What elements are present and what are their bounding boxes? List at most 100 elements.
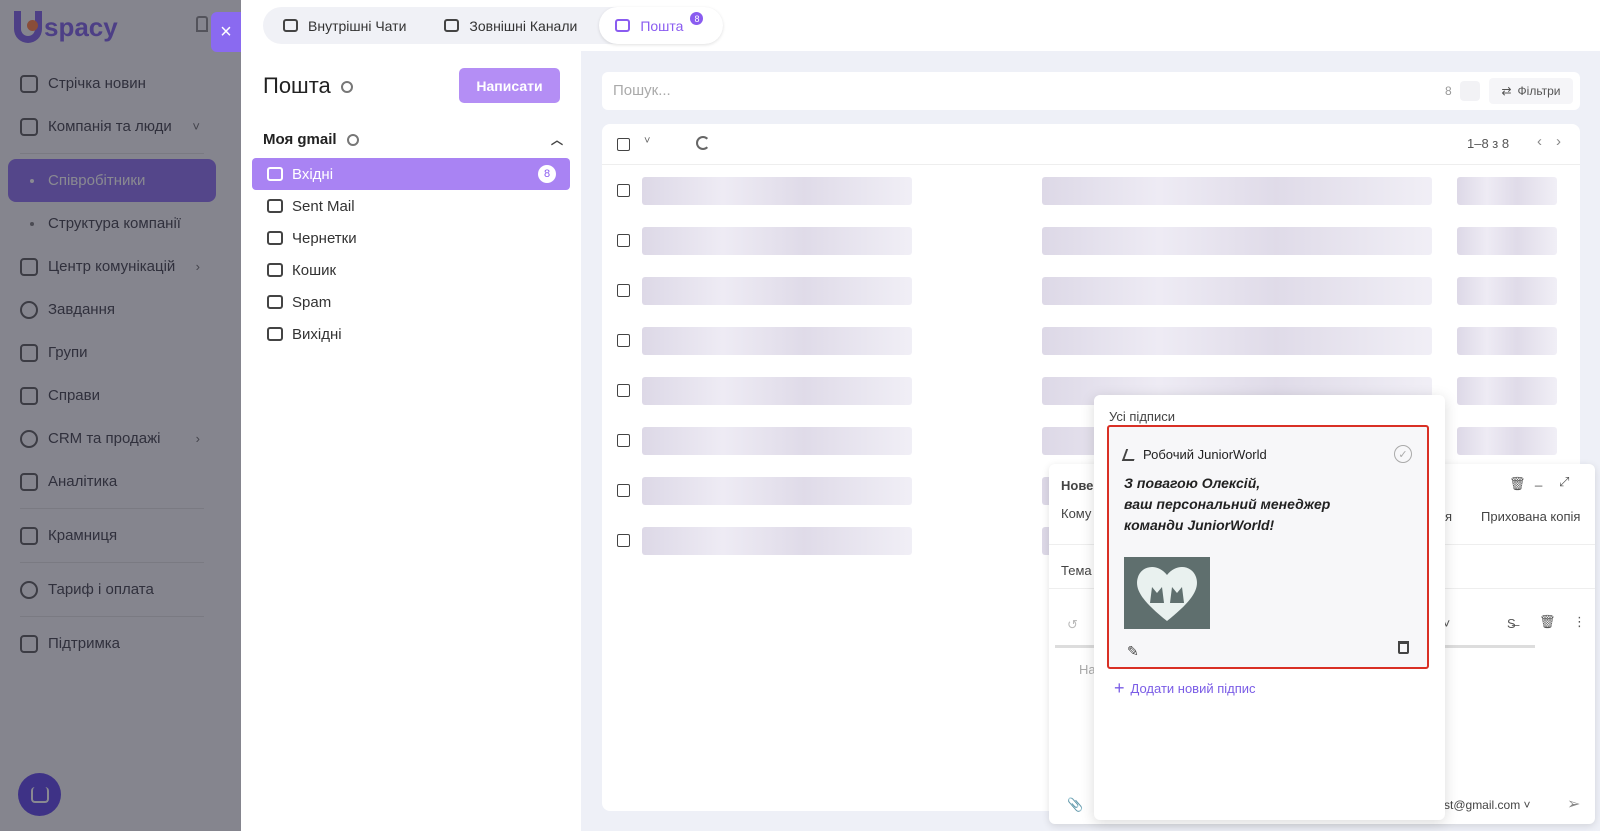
row-checkbox[interactable] [617,184,630,197]
mail-folder-panel: Пошта Написати Моя gmail ︿ Вхідні 8 Sent M… [241,51,581,831]
folder-item[interactable]: Вхідні 8 [252,158,570,190]
signature-name: Робочий JuniorWorld [1121,447,1267,462]
folder-icon [267,199,283,213]
communication-tabs: Внутрішні Чати Зовнішні Канали Пошта 8 [263,7,724,44]
folder-list: Вхідні 8 Sent Mail Чернетки Кошик Spam Вихідні [252,158,570,350]
tab-icon [444,19,460,32]
heart-cats-logo-icon [1137,566,1197,621]
add-signature-button[interactable]: + Додати новий підпис [1114,678,1256,698]
close-sidebar-button[interactable]: × [211,12,241,52]
pencil-icon [1121,448,1139,461]
tab-icon [615,19,631,32]
tab-label: Внутрішні Чати [308,17,407,34]
edit-signature-icon[interactable]: ✎ [1127,643,1139,660]
row-checkbox[interactable] [617,434,630,447]
cc-link[interactable]: я [1445,509,1452,524]
tab[interactable]: Зовнішні Канали [428,7,599,44]
mail-settings-icon[interactable] [340,81,353,94]
collapse-chevron-icon[interactable]: ︿ [551,131,563,148]
row-checkbox[interactable] [617,284,630,297]
clear-format-icon[interactable]: 🗑 [1539,614,1556,630]
folder-count-badge: 8 [538,165,556,183]
strikethrough-icon[interactable]: S̶ [1507,616,1516,631]
account-header[interactable]: Моя gmail ︿ [263,131,563,148]
mail-search[interactable]: Пошук... 8 ⇄ Фільтри [602,72,1580,110]
attach-icon[interactable]: 📎 [1067,797,1083,813]
row-checkbox[interactable] [617,384,630,397]
plus-icon: + [1114,678,1125,698]
folder-icon [267,295,283,309]
folder-icon [267,327,283,341]
tab[interactable]: Пошта 8 [599,7,724,44]
blurred-mail-content [642,327,912,355]
blurred-mail-content [1042,227,1432,255]
folder-label: Sent Mail [292,197,355,215]
row-checkbox[interactable] [617,334,630,347]
blurred-mail-content [642,427,912,455]
filters-button[interactable]: ⇄ Фільтри [1489,78,1573,104]
table-row[interactable] [602,216,1580,266]
account-settings-icon[interactable] [346,134,359,147]
blurred-mail-content [1042,177,1432,205]
blurred-mail-content [1042,277,1432,305]
tab-icon [283,19,298,32]
folder-item[interactable]: Вихідні [252,318,570,350]
blurred-mail-content [1042,327,1432,355]
blurred-mail-content [1457,177,1557,205]
folder-icon [267,263,283,277]
bcc-link[interactable]: Прихована копія [1481,509,1580,524]
blurred-mail-content [1457,227,1557,255]
compose-button[interactable]: Написати [459,68,560,103]
sender-select[interactable]: st@gmail.com ˅ [1444,798,1531,812]
select-all-checkbox[interactable] [617,138,630,151]
signature-card[interactable]: Робочий JuniorWorld ✓ З повагою Олексій,… [1107,425,1429,669]
table-row[interactable] [602,316,1580,366]
blurred-mail-content [1457,377,1557,405]
signature-image [1124,557,1210,629]
folder-item[interactable]: Sent Mail [252,190,570,222]
folder-item[interactable]: Чернетки [252,222,570,254]
row-checkbox[interactable] [617,534,630,547]
folder-label: Кошик [292,261,337,279]
tab[interactable]: Внутрішні Чати [267,7,428,44]
folder-item[interactable]: Spam [252,286,570,318]
signature-text: З повагою Олексій, ваш персональний мене… [1124,475,1331,533]
select-menu-chevron-icon[interactable]: ˅ [644,135,650,147]
search-input[interactable]: Пошук... [613,82,671,99]
search-result-count: 8 [1445,84,1452,98]
blurred-mail-content [642,477,912,505]
minimize-icon[interactable]: _ [1535,472,1542,487]
discard-draft-icon[interactable]: 🗑 [1509,476,1526,492]
clear-search-icon[interactable] [1460,81,1480,101]
table-row[interactable] [602,266,1580,316]
folder-label: Вхідні [292,165,334,183]
pagination-label: 1–8 з 8 [1467,136,1510,151]
folder-label: Вихідні [292,325,342,343]
folder-label: Spam [292,293,332,311]
pagination-arrows[interactable]: ‹› [1537,133,1575,150]
top-bar: Внутрішні Чати Зовнішні Канали Пошта 8 [241,0,1600,51]
subject-label: Тема [1061,563,1092,578]
folder-item[interactable]: Кошик [252,254,570,286]
filter-icon: ⇄ [1501,84,1512,98]
row-checkbox[interactable] [617,234,630,247]
row-checkbox[interactable] [617,484,630,497]
refresh-icon[interactable] [696,136,710,150]
expand-icon[interactable]: ⤢ [1559,474,1569,490]
table-row[interactable] [602,166,1580,216]
send-icon[interactable]: ➢ [1567,794,1580,814]
mail-title: Пошта [263,73,353,99]
tab-label: Пошта [640,17,684,34]
folder-icon [267,231,283,245]
more-options-icon[interactable]: ⋮ [1573,614,1586,630]
compose-title: Нове [1061,478,1094,493]
delete-signature-icon[interactable] [1398,641,1409,654]
select-signature-check-icon[interactable]: ✓ [1394,445,1412,463]
undo-icon[interactable]: ↺ [1067,617,1078,633]
signatures-title: Усі підписи [1109,409,1175,424]
list-toolbar: ˅ 1–8 з 8 ‹› [602,124,1580,165]
signatures-popover: Усі підписи Робочий JuniorWorld ✓ З пова… [1094,395,1445,820]
folder-label: Чернетки [292,229,357,247]
unread-badge: 8 [690,12,704,25]
blurred-mail-content [1457,427,1557,455]
